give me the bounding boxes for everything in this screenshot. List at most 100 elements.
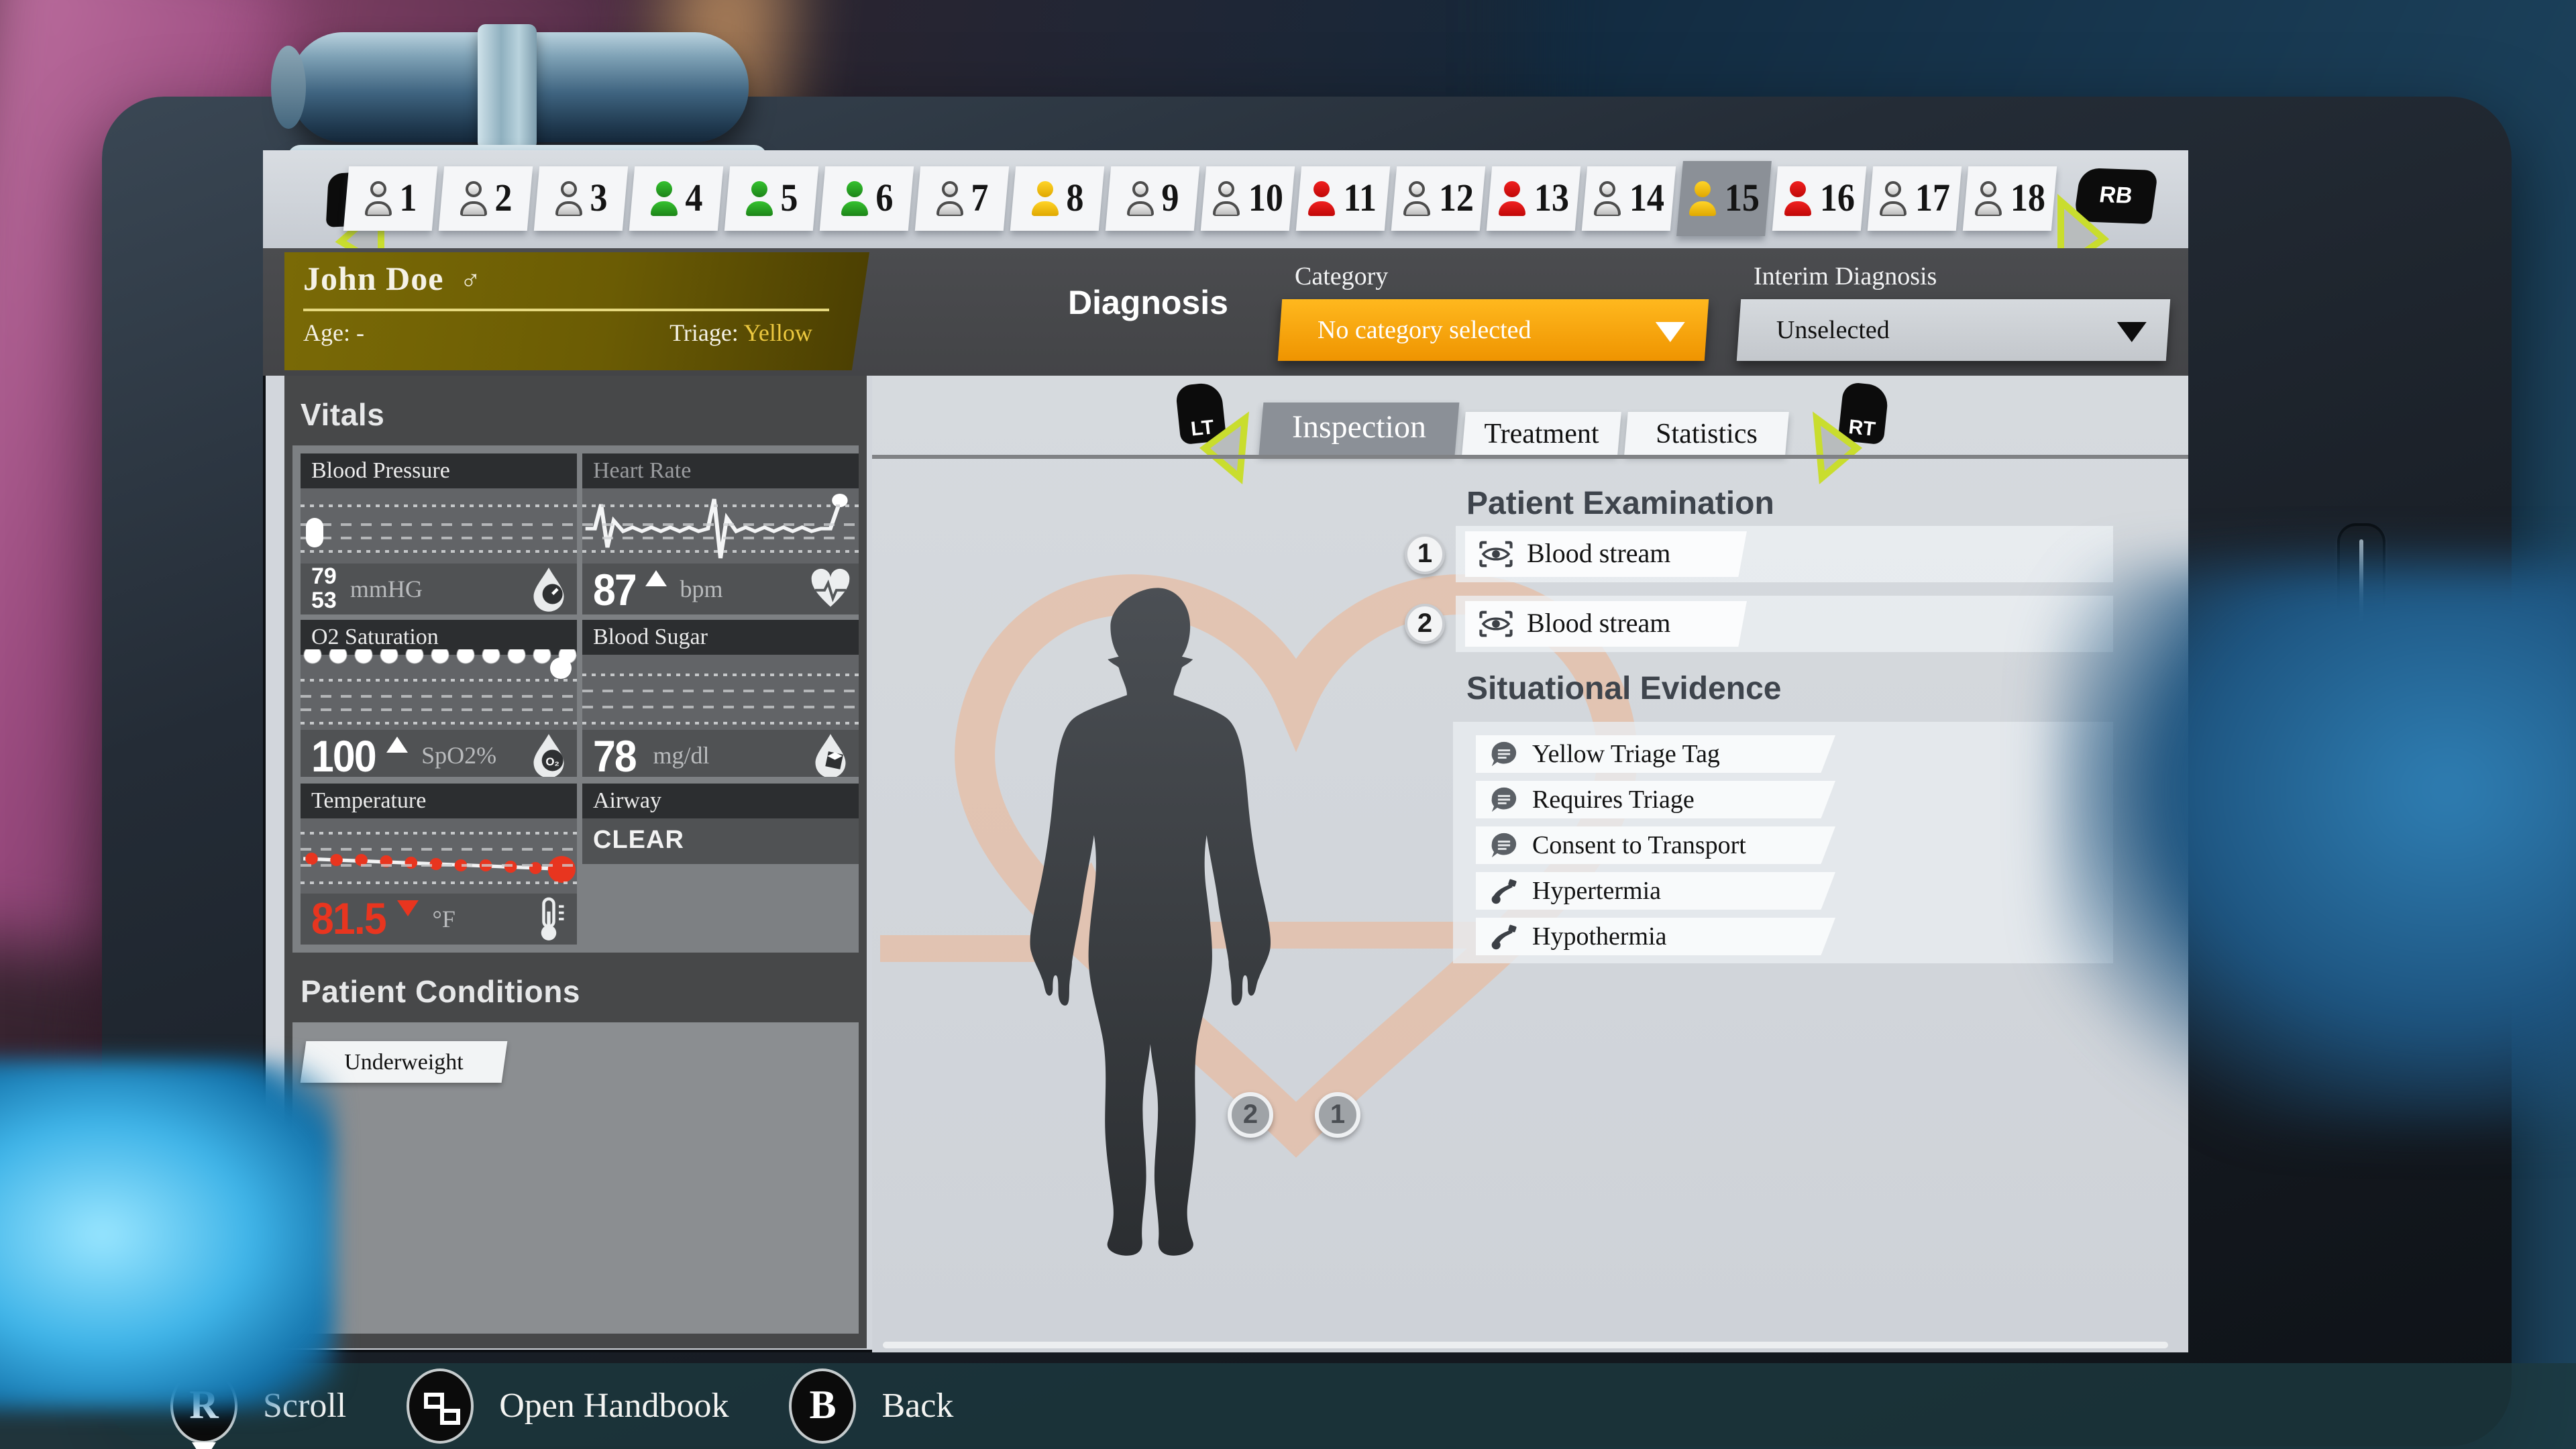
person-icon-red (1782, 181, 1812, 216)
patient-tab-18[interactable]: 18 (1963, 166, 2057, 231)
temperature-chart (301, 818, 577, 893)
heart-rate-label: Heart Rate (582, 453, 859, 488)
patient-tab-14[interactable]: 14 (1582, 166, 1676, 231)
patient-tab-number: 15 (1724, 179, 1759, 218)
patient-tab-13[interactable]: 13 (1487, 166, 1580, 231)
patient-conditions-panel: Underweight (292, 1022, 859, 1334)
temperature-unit: °F (432, 906, 455, 930)
patient-tab-number: 10 (1248, 179, 1283, 218)
patient-tab-11[interactable]: 11 (1296, 166, 1390, 231)
person-icon-green (745, 181, 774, 216)
svg-text:O₂: O₂ (545, 756, 559, 769)
glucose-drop-icon (810, 733, 851, 777)
triage-value: Yellow (744, 319, 812, 346)
patient-tab-number: 6 (875, 179, 893, 218)
heart-rate-value: 87 (593, 567, 636, 611)
heart-pulse-icon (810, 566, 851, 612)
patient-tab-3[interactable]: 3 (534, 166, 628, 231)
person-icon (935, 181, 965, 216)
person-icon (1126, 181, 1155, 216)
evidence-yellow-triage-tag[interactable]: Yellow Triage Tag (1476, 735, 1835, 773)
patient-tab-12[interactable]: 12 (1391, 166, 1485, 231)
patient-tab-16[interactable]: 16 (1772, 166, 1866, 231)
human-silhouette (1013, 577, 1301, 1264)
male-gender-icon: ♂ (460, 266, 481, 298)
patient-tab-6[interactable]: 6 (820, 166, 914, 231)
o2-saturation-value: 100 (311, 734, 376, 777)
blood-pressure-unit: mmHG (350, 577, 423, 601)
evidence-hypothermia[interactable]: Hypothermia (1476, 918, 1835, 955)
horizontal-scroll-track[interactable] (883, 1342, 2168, 1348)
speech-bubble-icon (1489, 786, 1519, 813)
patient-tab-5[interactable]: 5 (724, 166, 818, 231)
chevron-down-icon (2117, 322, 2147, 342)
bp-data-point (306, 518, 323, 547)
temperature-label: Temperature (301, 783, 577, 818)
age-row: Age: - (303, 321, 364, 345)
view-button[interactable] (405, 1367, 475, 1445)
tab-statistics[interactable]: Statistics (1624, 412, 1789, 455)
examination-row-2: 2 Blood stream (1456, 596, 2113, 652)
airway-value: CLEAR (582, 818, 859, 863)
b-button[interactable]: B (788, 1367, 858, 1445)
arrow-down-icon (192, 1442, 216, 1449)
patient-tab-bar: LB 1 2 3 4 5 6 7 8 9 10 11 12 13 14 15 1… (263, 150, 2188, 248)
patient-tab-number: 13 (1534, 179, 1568, 218)
eye-scan-icon (1479, 539, 1513, 569)
patient-tab-17[interactable]: 17 (1868, 166, 1962, 231)
patient-tab-8[interactable]: 8 (1010, 166, 1104, 231)
examination-row-1: 1 Blood stream (1456, 526, 2113, 582)
lt-left-arrow-icon (1194, 413, 1250, 483)
patient-tab-number: 5 (780, 179, 798, 218)
vitals-tiles: Blood Pressure 7953 mmHG Heart Rate (292, 445, 859, 953)
patient-body-figure[interactable]: 2 1 (1013, 577, 1301, 1264)
category-dropdown[interactable]: No category selected (1278, 299, 1709, 361)
divider (303, 309, 828, 311)
tab-inspection[interactable]: Inspection (1259, 402, 1460, 455)
patient-tab-15-selected[interactable]: 15 (1676, 161, 1772, 236)
b-button-glyph: B (792, 1371, 854, 1441)
evidence-requires-triage[interactable]: Requires Triage (1476, 781, 1835, 818)
o2-data-points (301, 650, 577, 672)
patient-tab-10[interactable]: 10 (1201, 166, 1295, 231)
tab-divider-line (872, 455, 2188, 459)
patient-tab-number: 1 (399, 179, 417, 218)
category-label: Category (1295, 264, 1388, 290)
blood-pressure-label: Blood Pressure (301, 453, 577, 488)
patient-tab-number: 12 (1438, 179, 1473, 218)
person-icon (1973, 181, 2002, 216)
body-marker-2[interactable]: 2 (1228, 1092, 1273, 1138)
person-icon-red (1307, 181, 1337, 216)
evidence-consent-to-transport[interactable]: Consent to Transport (1476, 826, 1835, 864)
o2-drop-icon: O₂ (529, 733, 569, 777)
person-icon-yellow (1687, 181, 1717, 216)
situational-evidence-title: Situational Evidence (1466, 674, 1781, 706)
patient-tab-7[interactable]: 7 (915, 166, 1009, 231)
heart-rate-chart (582, 488, 859, 564)
airway-label: Airway (582, 783, 859, 818)
exam-finding-blood-stream-1[interactable]: Blood stream (1465, 531, 1747, 577)
patient-tab-4[interactable]: 4 (629, 166, 723, 231)
patient-tab-9[interactable]: 9 (1106, 166, 1199, 231)
patient-tab-2[interactable]: 2 (439, 166, 533, 231)
body-marker-1[interactable]: 1 (1315, 1092, 1360, 1138)
game-screenshot: LB 1 2 3 4 5 6 7 8 9 10 11 12 13 14 15 1… (0, 0, 2576, 1449)
evidence-hypertermia[interactable]: Hypertermia (1476, 872, 1835, 910)
interim-diagnosis-dropdown[interactable]: Unselected (1737, 299, 2170, 361)
interim-diagnosis-value: Unselected (1739, 317, 1890, 343)
speech-bubble-icon (1489, 832, 1519, 859)
chevron-down-icon (1656, 322, 1685, 342)
tab-treatment[interactable]: Treatment (1462, 412, 1621, 455)
patient-tab-number: 7 (971, 179, 988, 218)
tablet-screen: LB 1 2 3 4 5 6 7 8 9 10 11 12 13 14 15 1… (263, 150, 2188, 1352)
heart-rate-unit: bpm (680, 577, 722, 601)
o2-saturation-unit: SpO2% (421, 744, 496, 768)
patient-conditions-title: Patient Conditions (301, 977, 580, 1008)
eye-scan-icon (1479, 609, 1513, 639)
rt-right-arrow-icon (1811, 413, 1868, 483)
blood-sugar-unit: mg/dl (653, 744, 709, 768)
patient-tab-number: 14 (1629, 179, 1664, 218)
exam-finding-blood-stream-2[interactable]: Blood stream (1465, 601, 1747, 647)
patient-tab-1[interactable]: 1 (343, 166, 437, 231)
patient-tab-number: 8 (1066, 179, 1083, 218)
